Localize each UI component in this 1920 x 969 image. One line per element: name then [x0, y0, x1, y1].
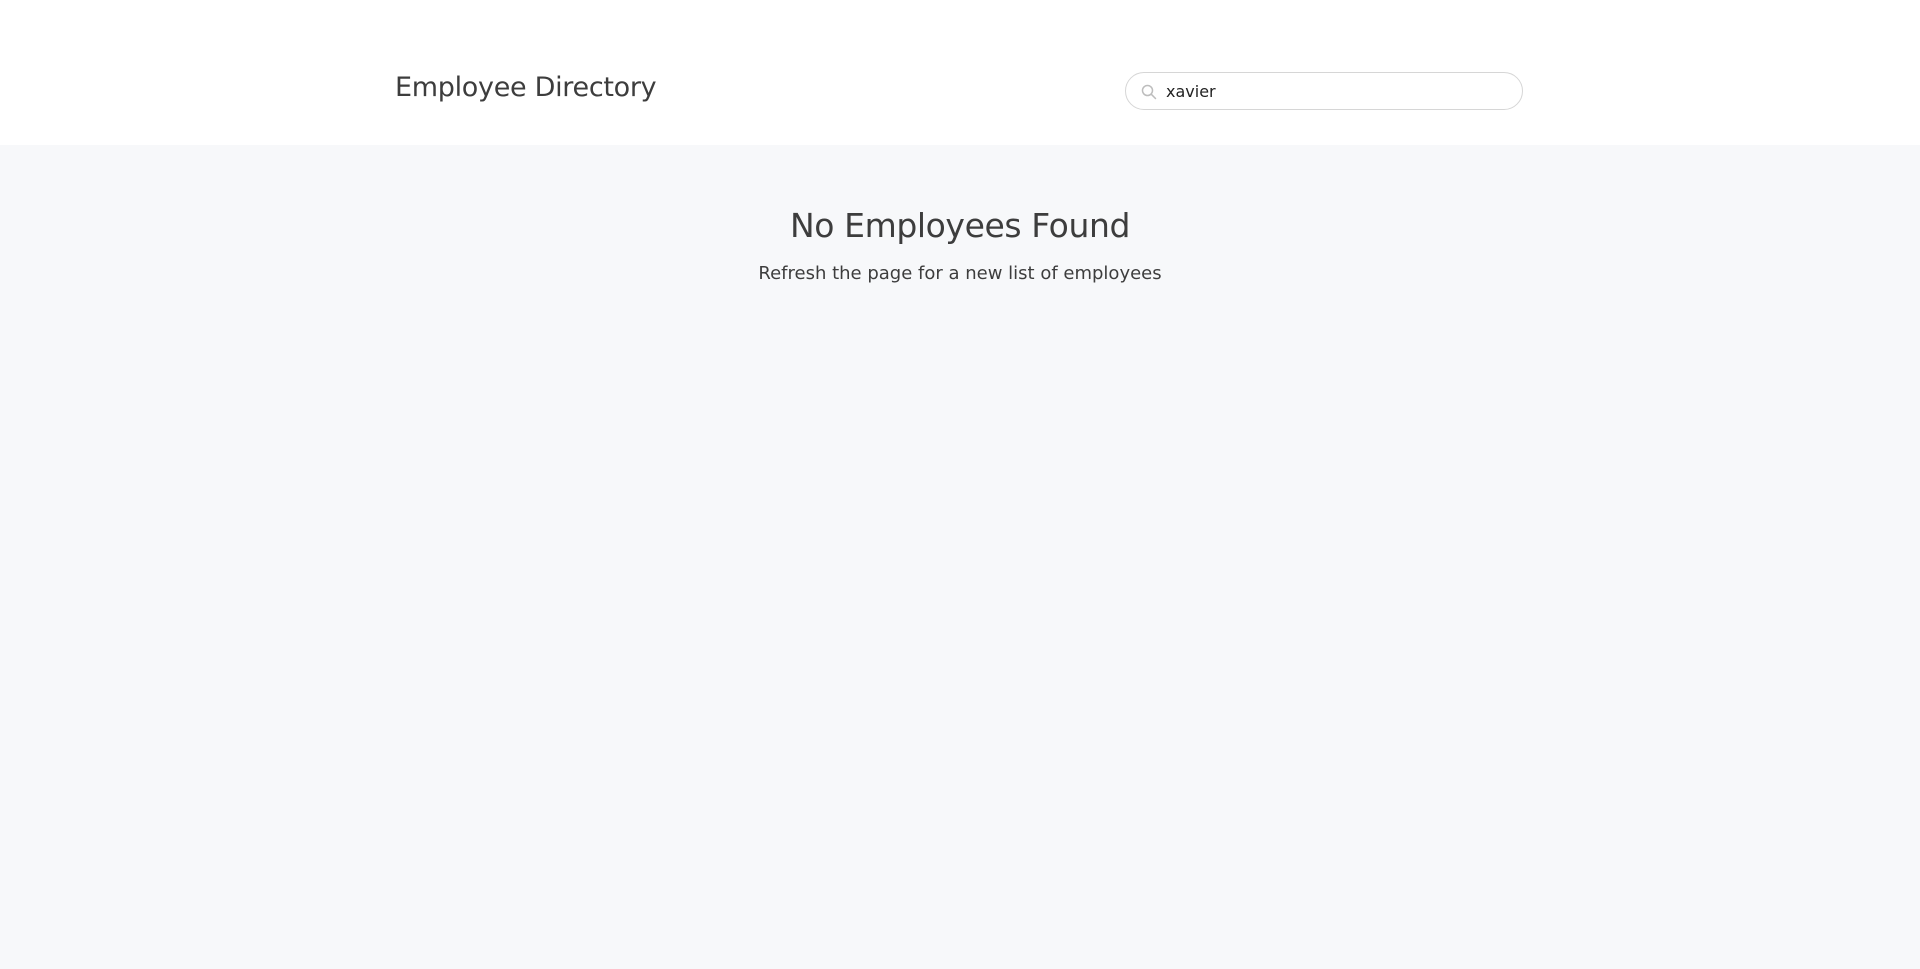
- search-box[interactable]: [1125, 72, 1523, 110]
- empty-state-title: No Employees Found: [789, 206, 1131, 245]
- search-input[interactable]: [1166, 73, 1506, 109]
- app-header: Employee Directory: [0, 0, 1920, 145]
- search-icon: [1141, 84, 1157, 100]
- main-content: No Employees Found Refresh the page for …: [0, 145, 1920, 969]
- empty-state-subtitle: Refresh the page for a new list of emplo…: [758, 263, 1162, 284]
- page-title: Employee Directory: [395, 72, 657, 103]
